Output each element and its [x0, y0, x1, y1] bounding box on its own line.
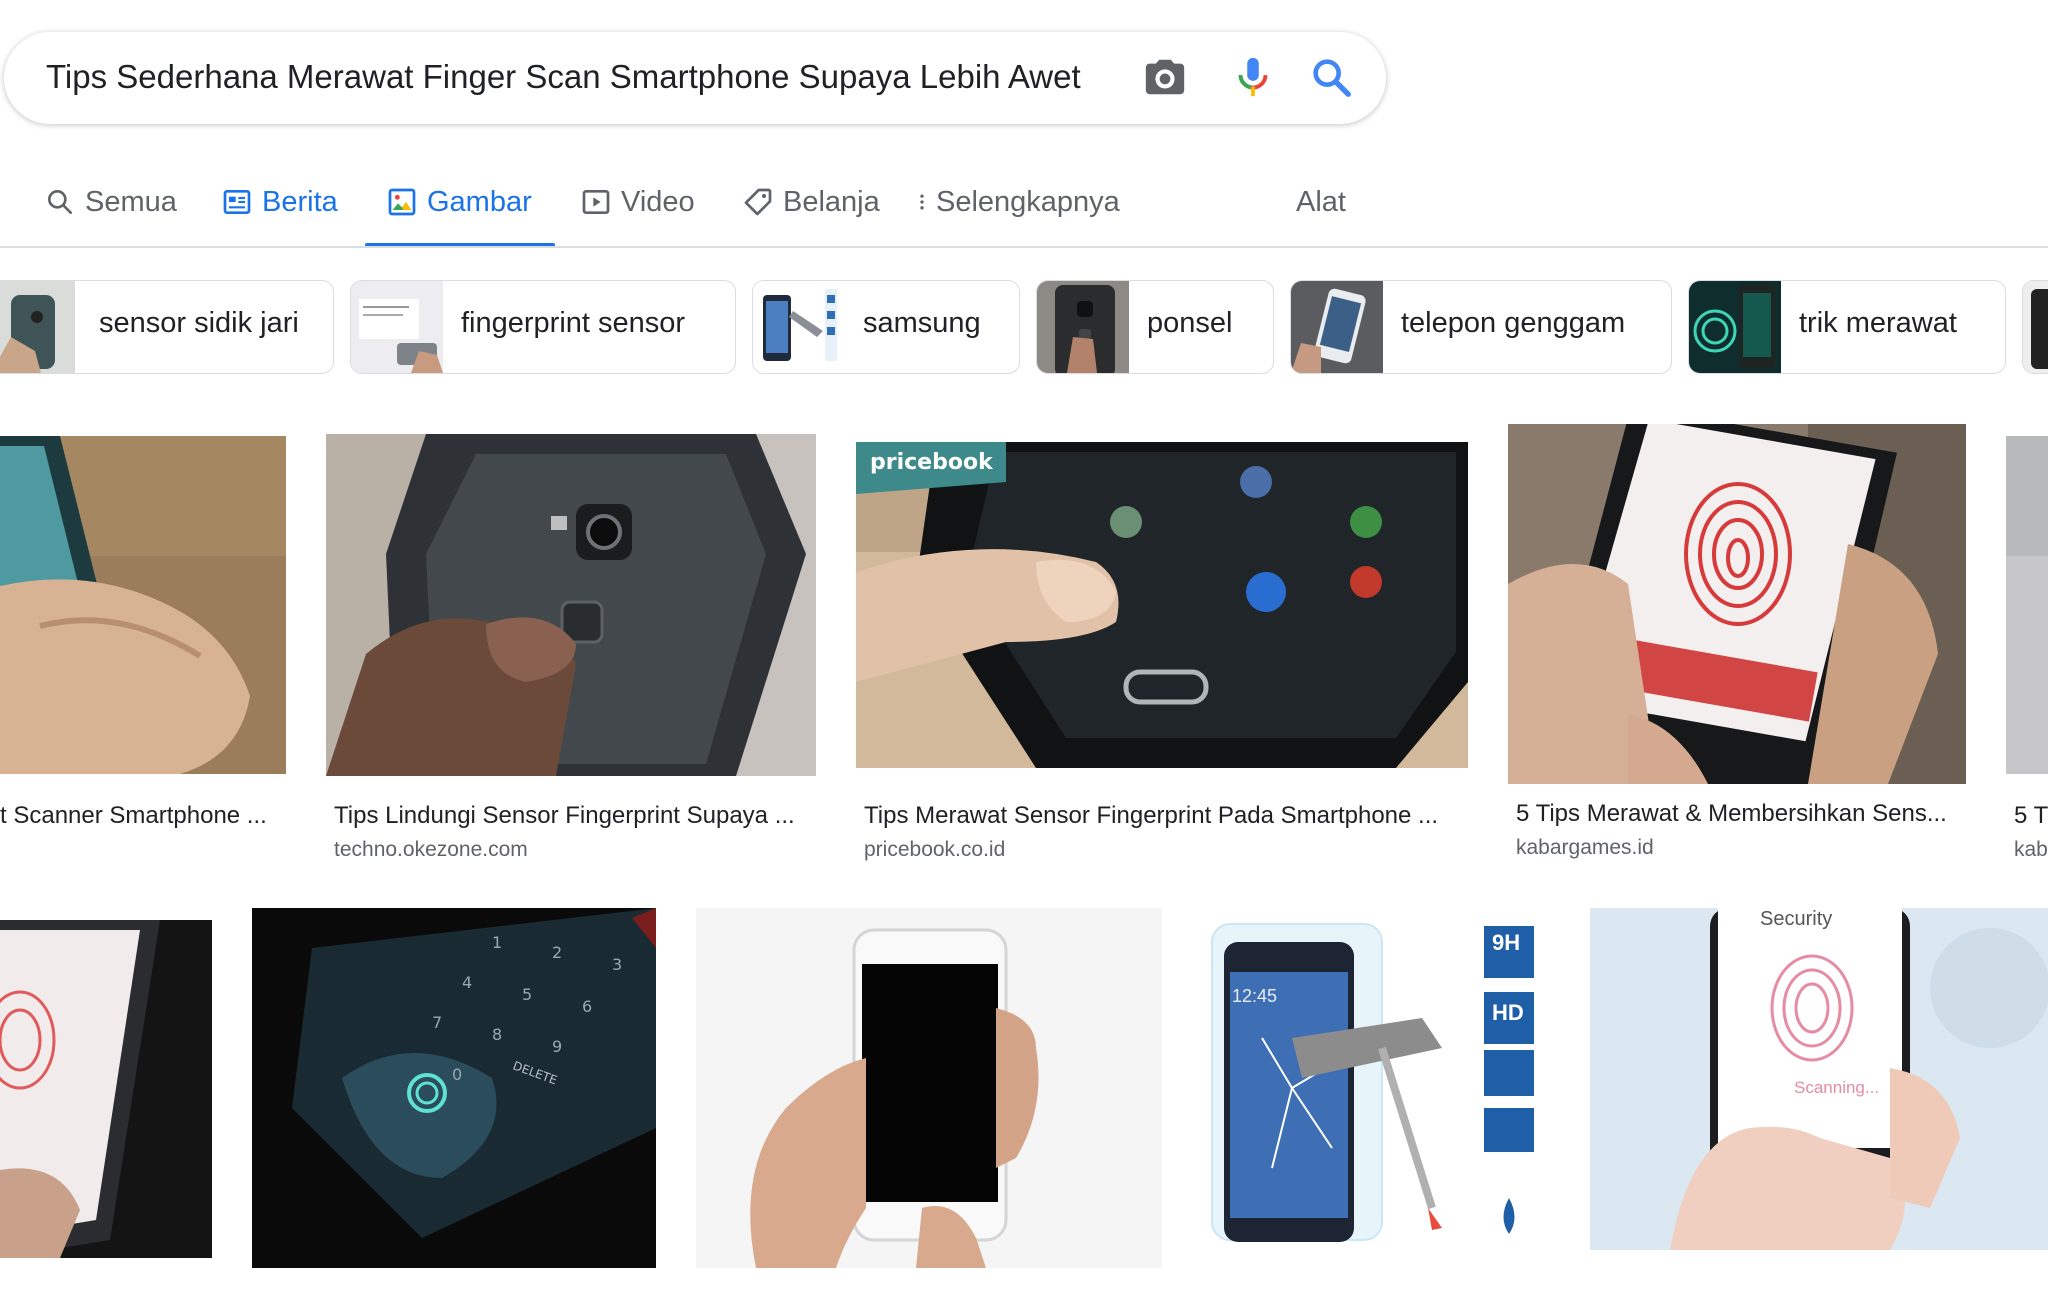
result-image — [696, 908, 1162, 1268]
news-icon — [223, 190, 251, 214]
search-icon — [47, 190, 72, 214]
svg-text:4: 4 — [462, 973, 472, 992]
result-image: Security Scanning... — [1590, 908, 2048, 1250]
pricebook-watermark: pricebook — [870, 450, 993, 475]
result-title[interactable]: Tips Merawat Sensor Fingerprint Pada Sma… — [864, 802, 1464, 830]
svg-text:0: 0 — [452, 1065, 462, 1084]
chip-thumbnail — [2023, 281, 2048, 373]
search-box[interactable]: Tips Sederhana Merawat Finger Scan Smart… — [4, 32, 1386, 124]
tab-label: Belanja — [783, 185, 880, 218]
result-image — [326, 434, 816, 776]
chip-telepon-genggam[interactable]: telepon genggam — [1290, 280, 1672, 374]
svg-text:9: 9 — [552, 1037, 562, 1056]
search-input[interactable]: Tips Sederhana Merawat Finger Scan Smart… — [46, 58, 1081, 96]
security-text: Security — [1760, 908, 1833, 930]
microphone-icon[interactable] — [1230, 54, 1276, 100]
chip-sensor-sidik-jari[interactable]: sensor sidik jari — [0, 280, 334, 374]
result-title[interactable]: 5 T — [2014, 802, 2048, 830]
tab-belanja[interactable]: Belanja — [742, 180, 880, 224]
play-icon — [582, 190, 610, 214]
result-image — [2006, 436, 2048, 774]
result-image — [0, 920, 212, 1258]
result-image — [1508, 424, 1966, 784]
result-site[interactable]: pricebook.co.id — [864, 838, 1464, 862]
result-site[interactable]: techno.okezone.com — [334, 838, 816, 862]
svg-text:8: 8 — [492, 1025, 502, 1044]
svg-text:7: 7 — [432, 1013, 442, 1032]
camera-icon[interactable] — [1142, 54, 1188, 100]
result-image: 9H HD 12:45 — [1202, 908, 1550, 1268]
tab-label: Berita — [262, 185, 338, 218]
tab-label: Semua — [85, 185, 177, 218]
badge-9h: 9H — [1492, 930, 1521, 955]
result-title[interactable]: 5 Tips Merawat & Membersihkan Sens... — [1516, 800, 1966, 828]
tools-label: Alat — [1296, 185, 1346, 218]
result-site[interactable]: kab — [2014, 838, 2048, 862]
badge-hd: HD — [1492, 1000, 1524, 1025]
result-title[interactable]: Tips Lindungi Sensor Fingerprint Supaya … — [334, 802, 816, 830]
chip-thumbnail — [351, 281, 443, 373]
result-image: 123 456 789 0 DELETE — [252, 908, 656, 1268]
svg-text:6: 6 — [582, 997, 592, 1016]
chip-thumbnail — [1689, 281, 1781, 373]
chip-thumbnail — [1291, 281, 1383, 373]
result-title[interactable]: t Scanner Smartphone ... — [0, 802, 280, 830]
chip-label: samsung — [863, 307, 981, 339]
chip-samsung[interactable]: samsung — [752, 280, 1020, 374]
chip-label: telepon genggam — [1401, 307, 1626, 339]
search-icon[interactable] — [1308, 54, 1354, 100]
svg-text:5: 5 — [522, 985, 532, 1004]
search-tabs: Semua Berita Gambar Video Belanja Seleng… — [0, 160, 2048, 248]
tab-video[interactable]: Video — [580, 180, 695, 224]
chip-trik-merawat[interactable]: trik merawat — [1688, 280, 2006, 374]
tools-button[interactable]: Alat — [1296, 180, 1346, 224]
image-icon — [388, 188, 416, 216]
tab-selengkapnya[interactable]: Selengkapnya — [912, 180, 1120, 224]
tab-label: Selengkapnya — [936, 185, 1120, 218]
chip-thumbnail — [753, 281, 845, 373]
scanning-text: Scanning... — [1794, 1078, 1880, 1097]
chip-thumbnail — [1037, 281, 1129, 373]
tab-semua[interactable]: Semua — [44, 180, 177, 224]
result-image: pricebook — [856, 442, 1468, 768]
tabs-divider — [0, 246, 2048, 248]
svg-text:1: 1 — [492, 933, 502, 952]
tag-icon — [744, 188, 772, 216]
tab-label: Gambar — [427, 185, 532, 218]
chip-thumbnail — [0, 281, 75, 373]
tab-gambar[interactable]: Gambar — [386, 180, 532, 224]
chip-fingerprint-sensor[interactable]: fingerprint sensor — [350, 280, 736, 374]
tab-label: Video — [621, 185, 695, 218]
chip-label: sensor sidik jari — [99, 307, 299, 339]
chip-label: trik merawat — [1799, 307, 1957, 339]
chip-ponsel[interactable]: ponsel — [1036, 280, 1274, 374]
svg-text:3: 3 — [612, 955, 622, 974]
chip-more[interactable] — [2022, 280, 2048, 374]
tab-berita[interactable]: Berita — [221, 180, 338, 224]
result-image — [0, 436, 286, 774]
phone-time: 12:45 — [1232, 986, 1278, 1006]
result-site[interactable]: kabargames.id — [1516, 836, 1966, 860]
chip-label: ponsel — [1147, 307, 1233, 339]
chip-label: fingerprint sensor — [461, 307, 686, 339]
svg-text:2: 2 — [552, 943, 562, 962]
more-vertical-icon — [920, 194, 924, 210]
